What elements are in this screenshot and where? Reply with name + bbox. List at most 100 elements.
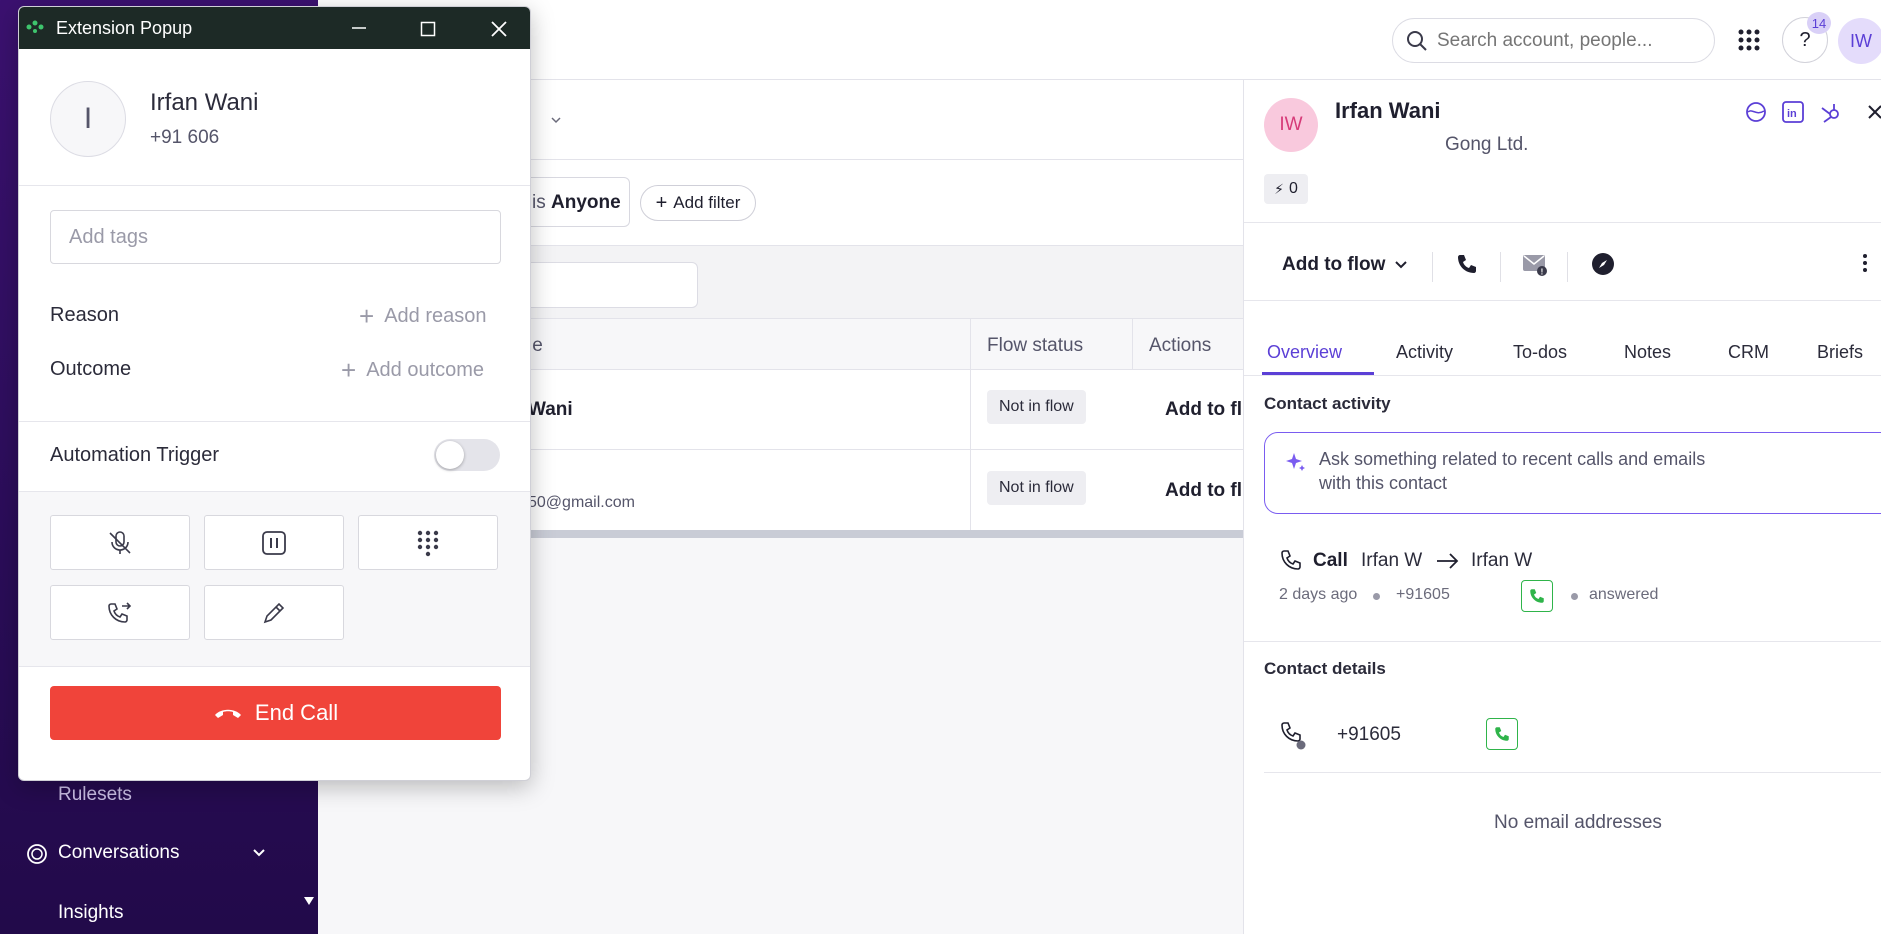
notes-button[interactable] (204, 585, 344, 640)
hang-up-icon (214, 709, 241, 718)
add-reason-label: Add reason (384, 304, 487, 327)
row-name[interactable]: Wani (528, 399, 573, 421)
call-from: Irfan W (1361, 550, 1423, 571)
phone-outline-icon (1281, 722, 1306, 750)
call-time: 2 days ago (1279, 586, 1358, 603)
close-icon[interactable] (1867, 104, 1881, 120)
svg-text:in: in (1787, 108, 1797, 120)
plus-icon: + (655, 191, 668, 214)
add-outcome-label: Add outcome (366, 358, 485, 381)
phone-outline-icon (1281, 550, 1301, 570)
arrow-right-icon (1437, 553, 1459, 569)
ask-ai-input[interactable]: Ask something related to recent calls an… (1264, 432, 1881, 514)
add-to-flow-link[interactable]: Add to fl (1165, 480, 1242, 502)
keypad-button[interactable] (358, 515, 498, 570)
engagement-score: 0 (1288, 180, 1298, 197)
row-email: 50@gmail.com (528, 494, 635, 511)
ask-ai-placeholder-line1: Ask something related to recent calls an… (1319, 449, 1706, 469)
phone-icon (1530, 589, 1544, 603)
close-icon[interactable] (490, 20, 508, 38)
microphone-off-icon (109, 530, 131, 554)
tab-activity[interactable]: Activity (1396, 342, 1453, 363)
compass-icon[interactable] (1591, 252, 1615, 276)
sidebar-item-conversations[interactable]: Conversations (22, 842, 302, 872)
apps-grid-icon[interactable] (1737, 28, 1761, 52)
end-call-button[interactable]: End Call (50, 686, 501, 740)
lightning-icon: ⚡ (1274, 180, 1284, 197)
add-filter-button[interactable]: + Add filter (640, 185, 756, 221)
column-header-flow-status[interactable]: Flow status (987, 335, 1083, 357)
hubspot-icon[interactable] (1818, 100, 1842, 124)
plus-icon: + (341, 354, 357, 385)
popup-title-bar[interactable]: Extension Popup (19, 7, 530, 49)
conversations-icon (27, 844, 47, 864)
tab-todos[interactable]: To-dos (1513, 342, 1567, 363)
global-search[interactable] (1392, 18, 1715, 63)
tab-briefs[interactable]: Briefs (1817, 342, 1863, 363)
add-to-flow-link[interactable]: Add to fl (1165, 399, 1242, 421)
contact-activity-heading: Contact activity (1264, 394, 1391, 413)
caller-avatar: I (50, 81, 126, 157)
caller-name: Irfan Wani (150, 89, 259, 116)
add-to-flow-button[interactable]: Add to flow (1282, 250, 1408, 280)
contact-panel: IW Irfan Wani Gong Ltd. in ⚡ 0 Add to fl… (1243, 80, 1881, 934)
more-vertical-icon[interactable] (1862, 252, 1868, 274)
linkedin-icon[interactable]: in (1781, 100, 1805, 124)
contact-name[interactable]: Irfan Wani (1335, 98, 1441, 124)
status-badge: Not in flow (987, 471, 1086, 505)
tags-placeholder: Add tags (69, 226, 148, 248)
tags-input[interactable]: Add tags (50, 210, 501, 264)
phone-icon[interactable] (1455, 252, 1479, 276)
call-activity-item[interactable]: Call Irfan W Irfan W 2 days ago +91605 a… (1279, 546, 1839, 626)
popup-title: Extension Popup (56, 18, 193, 38)
tab-overview[interactable]: Overview (1267, 342, 1342, 363)
minimize-icon[interactable] (351, 21, 367, 35)
automation-trigger-toggle[interactable] (434, 439, 500, 471)
ask-ai-placeholder-line2: with this contact (1319, 473, 1448, 493)
dialpad-icon (417, 530, 439, 556)
call-button[interactable] (1486, 718, 1518, 750)
column-header-actions: Actions (1149, 335, 1212, 356)
hold-button[interactable] (204, 515, 344, 570)
owner-filter-chip[interactable]: is Anyone (518, 177, 630, 227)
add-reason-button[interactable]: + Add reason (359, 300, 487, 331)
pencil-icon (263, 602, 285, 623)
transfer-call-button[interactable] (50, 585, 190, 640)
mute-button[interactable] (50, 515, 190, 570)
contact-phone[interactable]: +91605 (1337, 724, 1401, 746)
plus-icon: + (359, 300, 375, 331)
email-icon[interactable]: ! (1522, 252, 1548, 276)
sidebar-item-rulesets[interactable]: Rulesets (58, 784, 132, 806)
add-outcome-button[interactable]: + Add outcome (341, 354, 485, 385)
maximize-icon[interactable] (420, 21, 436, 37)
contact-details-heading: Contact details (1264, 659, 1386, 678)
extension-popup-window: Extension Popup I Irfan Wani +91 606 Add… (18, 6, 531, 781)
chevron-down-icon (253, 849, 265, 857)
sidebar-item-insights[interactable]: Insights (22, 898, 302, 928)
call-label: Call (1313, 550, 1348, 571)
scroll-down-arrow-icon[interactable] (303, 896, 315, 906)
call-button[interactable] (1521, 580, 1553, 612)
no-email-text: No email addresses (1494, 812, 1662, 833)
caller-phone: +91 606 (150, 127, 220, 148)
contact-avatar: IW (1264, 98, 1318, 152)
search-input[interactable] (1437, 28, 1702, 54)
tab-crm[interactable]: CRM (1728, 342, 1769, 363)
chevron-down-icon (1395, 261, 1408, 269)
call-controls (19, 491, 530, 667)
contact-phone-row[interactable]: +91605 (1279, 716, 1579, 756)
avatar[interactable]: IW (1838, 18, 1881, 64)
search-icon (1407, 31, 1427, 51)
chevron-down-icon[interactable] (551, 117, 561, 125)
sidebar-item-label: Insights (58, 902, 124, 923)
sparkle-icon (1286, 453, 1305, 471)
add-filter-label: Add filter (673, 193, 741, 212)
tab-notes[interactable]: Notes (1624, 342, 1671, 363)
contact-company[interactable]: Gong Ltd. (1445, 134, 1528, 156)
add-to-flow-label: Add to flow (1282, 254, 1386, 275)
globe-icon[interactable] (1744, 100, 1768, 124)
filter-value: Anyone (551, 192, 621, 213)
outcome-label: Outcome (50, 358, 132, 380)
call-to: Irfan W (1471, 550, 1533, 571)
list-search-input[interactable] (518, 262, 698, 308)
